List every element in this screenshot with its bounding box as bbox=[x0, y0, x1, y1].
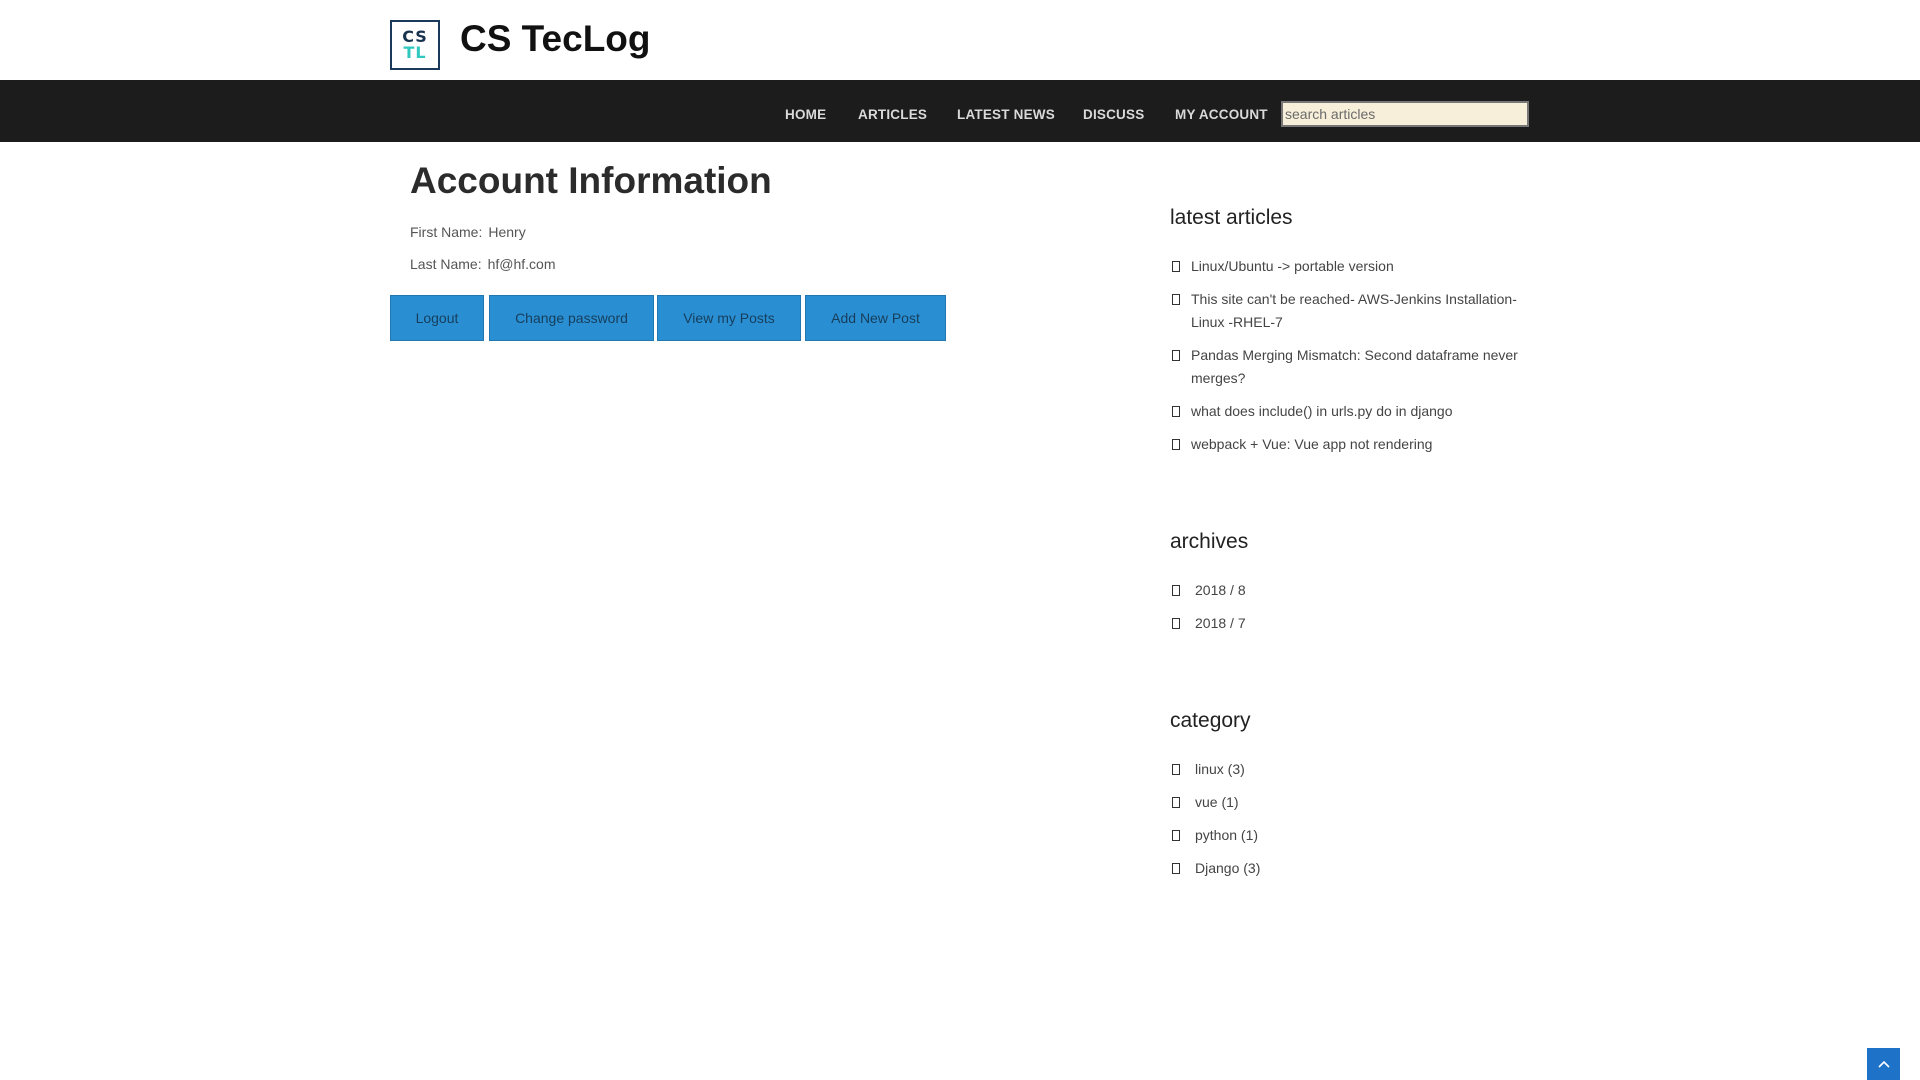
add-new-post-button[interactable]: Add New Post bbox=[805, 295, 946, 341]
bullet-icon bbox=[1172, 618, 1180, 629]
article-link[interactable]: Pandas Merging Mismatch: Second datafram… bbox=[1191, 344, 1531, 390]
article-link[interactable]: webpack + Vue: Vue app not rendering bbox=[1191, 433, 1531, 456]
latest-article-item[interactable]: Pandas Merging Mismatch: Second datafram… bbox=[1172, 344, 1531, 390]
site-logo[interactable]: CS TL bbox=[390, 20, 440, 70]
page-title: Account Information bbox=[410, 160, 772, 201]
article-link[interactable]: what does include() in urls.py do in dja… bbox=[1191, 400, 1531, 423]
category-link[interactable]: linux (3) bbox=[1195, 758, 1535, 781]
bullet-icon bbox=[1172, 261, 1180, 272]
category-link[interactable]: python (1) bbox=[1195, 824, 1535, 847]
bullet-icon bbox=[1172, 797, 1180, 808]
chevron-up-icon bbox=[1877, 1060, 1890, 1068]
article-link[interactable]: This site can't be reached- AWS-Jenkins … bbox=[1191, 288, 1531, 334]
search-input[interactable] bbox=[1281, 101, 1529, 127]
latest-article-item[interactable]: This site can't be reached- AWS-Jenkins … bbox=[1172, 288, 1531, 334]
last-name-label: Last Name: bbox=[410, 256, 482, 272]
change-password-button[interactable]: Change password bbox=[489, 295, 654, 341]
bullet-icon bbox=[1172, 764, 1180, 775]
bullet-icon bbox=[1172, 585, 1180, 596]
logo-text-bottom: TL bbox=[403, 43, 427, 62]
site-title[interactable]: CS TecLog bbox=[460, 18, 651, 60]
latest-article-item[interactable]: what does include() in urls.py do in dja… bbox=[1172, 400, 1531, 423]
latest-articles-heading: latest articles bbox=[1170, 206, 1293, 229]
archive-link[interactable]: 2018 / 8 bbox=[1195, 579, 1535, 602]
category-item[interactable]: vue (1) bbox=[1172, 791, 1535, 814]
first-name-value: Henry bbox=[488, 224, 526, 240]
first-name-label: First Name: bbox=[410, 224, 483, 240]
category-heading: category bbox=[1170, 709, 1251, 732]
site-header: CS TL CS TecLog bbox=[0, 0, 1920, 80]
first-name-row: First Name: Henry bbox=[410, 224, 526, 240]
category-link[interactable]: Django (3) bbox=[1195, 857, 1535, 880]
category-link[interactable]: vue (1) bbox=[1195, 791, 1535, 814]
bullet-icon bbox=[1172, 406, 1180, 417]
back-to-top-button[interactable] bbox=[1867, 1048, 1900, 1080]
nav-latest-news[interactable]: LATEST NEWS bbox=[957, 107, 1055, 122]
nav-articles[interactable]: ARTICLES bbox=[858, 107, 927, 122]
bullet-icon bbox=[1172, 863, 1180, 874]
nav-my-account[interactable]: MY ACCOUNT bbox=[1175, 107, 1268, 122]
last-name-value: hf@hf.com bbox=[487, 256, 556, 272]
last-name-row: Last Name: hf@hf.com bbox=[410, 256, 556, 272]
nav-discuss[interactable]: DISCUSS bbox=[1083, 107, 1144, 122]
logout-button[interactable]: Logout bbox=[390, 295, 484, 341]
bullet-icon bbox=[1172, 294, 1180, 305]
bullet-icon bbox=[1172, 439, 1180, 450]
latest-article-item[interactable]: webpack + Vue: Vue app not rendering bbox=[1172, 433, 1531, 456]
category-item[interactable]: Django (3) bbox=[1172, 857, 1535, 880]
nav-home[interactable]: HOME bbox=[785, 107, 826, 122]
archive-item[interactable]: 2018 / 7 bbox=[1172, 612, 1535, 635]
category-item[interactable]: python (1) bbox=[1172, 824, 1535, 847]
bullet-icon bbox=[1172, 830, 1180, 841]
archive-item[interactable]: 2018 / 8 bbox=[1172, 579, 1535, 602]
archive-link[interactable]: 2018 / 7 bbox=[1195, 612, 1535, 635]
category-item[interactable]: linux (3) bbox=[1172, 758, 1535, 781]
bullet-icon bbox=[1172, 350, 1180, 361]
view-my-posts-button[interactable]: View my Posts bbox=[657, 295, 801, 341]
main-nav: HOME ARTICLES LATEST NEWS DISCUSS MY ACC… bbox=[0, 80, 1920, 142]
article-link[interactable]: Linux/Ubuntu -> portable version bbox=[1191, 255, 1531, 278]
latest-article-item[interactable]: Linux/Ubuntu -> portable version bbox=[1172, 255, 1531, 278]
archives-heading: archives bbox=[1170, 530, 1249, 553]
